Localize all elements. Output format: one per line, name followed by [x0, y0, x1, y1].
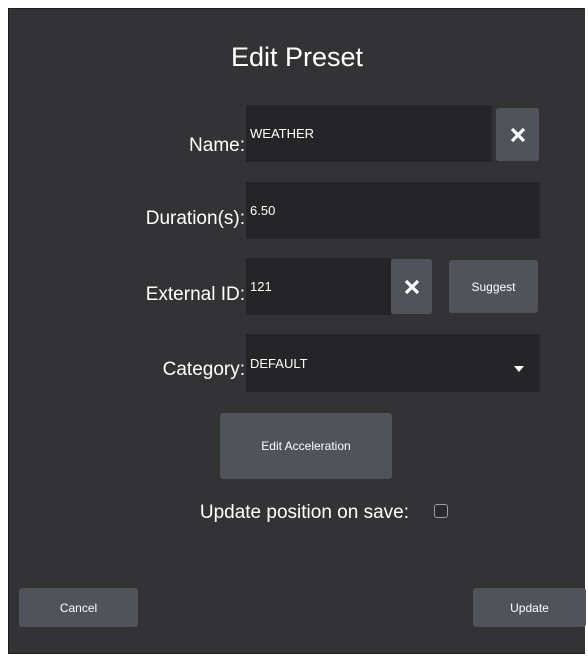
update-position-label: Update position on save:: [199, 502, 409, 523]
cancel-button[interactable]: Cancel: [19, 588, 138, 627]
close-icon: [403, 278, 421, 296]
external-id-label: External ID:: [145, 284, 245, 305]
update-position-checkbox[interactable]: [434, 504, 448, 518]
category-select[interactable]: DEFAULT: [246, 334, 540, 392]
duration-field[interactable]: 6.50: [246, 182, 540, 239]
name-clear-button[interactable]: [496, 108, 539, 161]
edit-preset-dialog: Edit Preset Name: WEATHER Duration(s): 6…: [8, 8, 586, 654]
name-value: WEATHER: [250, 126, 315, 141]
name-label: Name:: [189, 135, 245, 156]
duration-label: Duration(s):: [145, 208, 245, 229]
suggest-button[interactable]: Suggest: [449, 260, 538, 313]
name-field[interactable]: WEATHER: [246, 105, 492, 162]
update-button[interactable]: Update: [473, 588, 586, 627]
external-id-value: 121: [250, 279, 272, 294]
category-value: DEFAULT: [250, 355, 308, 371]
caret-down-icon: [514, 360, 524, 375]
dialog-title: Edit Preset: [230, 42, 364, 72]
external-id-clear-button[interactable]: [391, 259, 432, 314]
edit-acceleration-button[interactable]: Edit Acceleration: [220, 413, 392, 479]
external-id-field[interactable]: 121: [246, 258, 391, 315]
close-icon: [509, 126, 527, 144]
category-label: Category:: [162, 359, 245, 380]
duration-value: 6.50: [250, 203, 276, 218]
